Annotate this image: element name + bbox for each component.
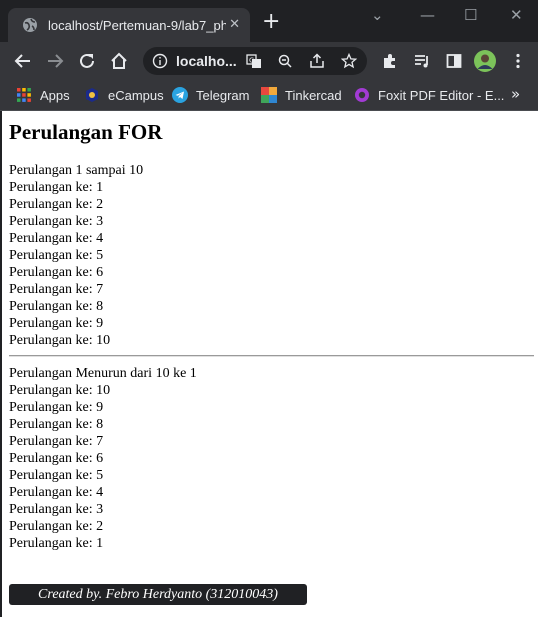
ecampus-icon [86,88,98,102]
translate-icon[interactable]: G [246,53,262,69]
address-text: localho... [176,53,237,69]
extensions-icon[interactable] [380,51,400,71]
new-tab-icon[interactable]: + [262,11,280,33]
loop-line: Perulangan ke: 3 [9,502,104,517]
loop-line: Perulangan ke: 10 [9,383,111,398]
reload-icon[interactable] [77,51,97,71]
telegram-icon [172,87,188,103]
address-bar[interactable]: localho... G [143,47,367,75]
svg-text:G: G [249,57,254,65]
bookmark-foxit[interactable]: Foxit PDF Editor - E... [354,85,504,105]
horizontal-divider [9,355,534,357]
foxit-icon [355,88,369,102]
page-title: Perulangan FOR [9,120,163,144]
side-panel-icon[interactable] [444,51,464,71]
loop-line: Perulangan ke: 10 [9,333,111,348]
loop-line: Perulangan ke: 8 [9,417,104,432]
media-queue-icon[interactable] [412,51,432,71]
maximize-icon[interactable]: ☐ [464,6,477,24]
loop-line: Perulangan ke: 6 [9,265,104,280]
profile-avatar[interactable] [474,50,496,72]
bookmark-label: Foxit PDF Editor - E... [378,87,505,103]
loop-line: Perulangan ke: 1 [9,180,104,195]
more-bookmarks-icon[interactable]: » [511,84,520,104]
loop-line: Perulangan ke: 7 [9,434,104,449]
bookmark-label: Telegram [196,87,250,103]
bookmark-ecampus[interactable]: eCampus [84,85,164,105]
loop-line: Perulangan ke: 1 [9,536,104,551]
loop-line: Perulangan ke: 5 [9,248,104,263]
bookmark-apps[interactable]: Apps [16,85,70,105]
tinkercad-icon [261,87,277,103]
tab-strip: localhost/Pertemuan-9/lab7_php ✕ + ⌄ — ☐… [0,0,538,42]
loop-line: Perulangan ke: 4 [9,231,104,246]
browser-tab[interactable]: localhost/Pertemuan-9/lab7_php ✕ [8,8,250,42]
loop-line: Perulangan ke: 5 [9,468,104,483]
loop-line: Perulangan ke: 9 [9,316,104,331]
bookmark-telegram[interactable]: Telegram [172,85,249,105]
loop-line: Perulangan ke: 4 [9,485,104,500]
bookmark-label: Tinkercad [285,87,342,103]
section-ascending: Perulangan 1 sampai 10 Perulangan ke: 1 … [9,162,143,349]
section-descending: Perulangan Menurun dari 10 ke 1 Perulang… [9,365,197,552]
loop-line: Perulangan ke: 9 [9,400,104,415]
bookmarks-bar: Apps eCampus Telegram Tinkercad Foxit PD… [0,80,538,111]
info-icon[interactable] [152,53,168,69]
tab-title: localhost/Pertemuan-9/lab7_php [48,17,226,33]
zoom-icon[interactable] [277,53,293,69]
section-heading: Perulangan 1 sampai 10 [9,163,144,178]
bookmark-tinkercad[interactable]: Tinkercad [261,85,342,105]
footer-credit: Created by. Febro Herdyanto (312010043) [9,584,307,605]
more-bookmarks-label: » [511,85,521,103]
loop-line: Perulangan ke: 3 [9,214,104,229]
bookmark-star-icon[interactable] [341,53,357,69]
globe-icon [23,18,37,32]
tab-search-icon[interactable]: ⌄ [371,6,384,24]
loop-line: Perulangan ke: 8 [9,299,104,314]
home-icon[interactable] [109,51,129,71]
apps-grid-icon [17,88,31,102]
section-heading: Perulangan Menurun dari 10 ke 1 [9,366,197,381]
bookmark-label: Apps [40,87,70,103]
loop-line: Perulangan ke: 2 [9,519,104,534]
forward-icon[interactable] [45,51,65,71]
bookmark-label: eCampus [108,87,164,103]
loop-line: Perulangan ke: 6 [9,451,104,466]
close-window-icon[interactable]: ✕ [510,6,523,24]
menu-kebab-icon[interactable] [508,51,528,71]
toolbar: localho... G [0,42,538,80]
loop-line: Perulangan ke: 7 [9,282,104,297]
back-icon[interactable] [13,51,33,71]
browser-chrome: localhost/Pertemuan-9/lab7_php ✕ + ⌄ — ☐… [0,0,538,111]
loop-line: Perulangan ke: 2 [9,197,104,212]
page-content: Perulangan FOR Perulangan 1 sampai 10 Pe… [0,111,538,617]
close-tab-icon[interactable]: ✕ [229,17,240,32]
minimize-icon[interactable]: — [420,6,435,24]
share-icon[interactable] [309,53,325,69]
